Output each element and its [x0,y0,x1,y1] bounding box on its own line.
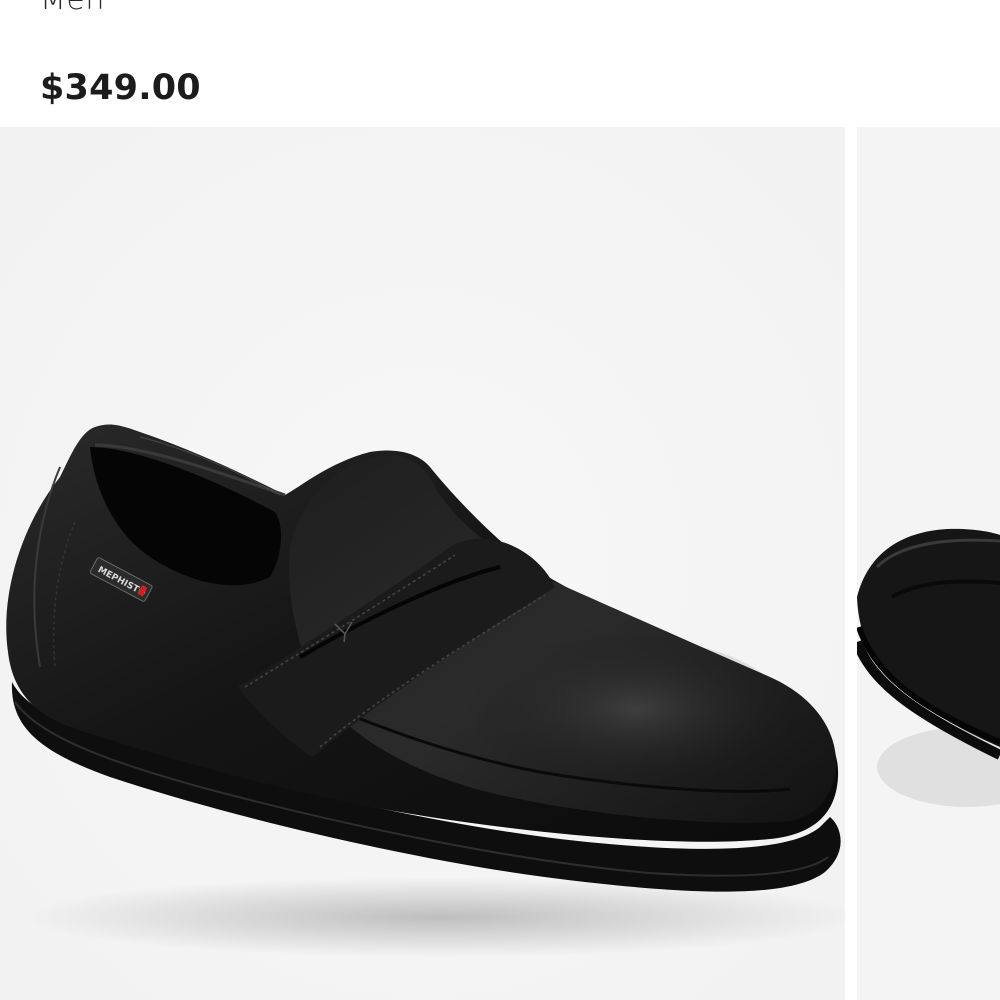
product-image-main[interactable]: MEPHISTO [0,127,845,1000]
product-page: Men $349.00 [0,0,1000,1000]
product-image-carousel[interactable]: MEPHISTO [0,127,1000,1000]
product-image-next[interactable] [857,127,1000,1000]
product-category: Men [40,0,105,17]
loafer-alternate-image [857,127,1000,1000]
product-price: $349.00 [40,68,201,108]
loafer-shoe-image: MEPHISTO [0,127,845,1000]
